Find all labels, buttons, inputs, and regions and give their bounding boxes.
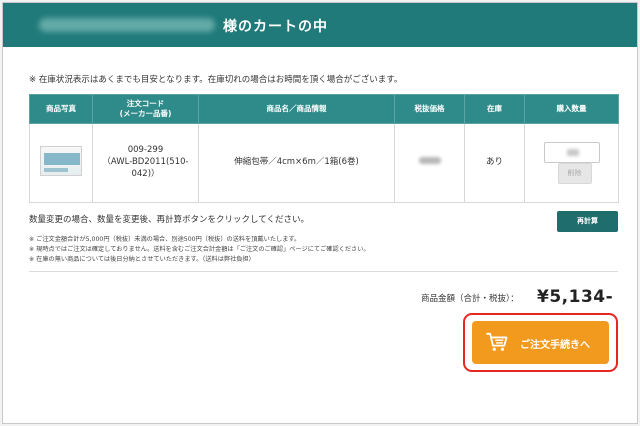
cart-table: 商品写真 注文コード (メーカー品番) 商品名／商品情報 税抜価格 在庫 購入数… (29, 94, 619, 203)
page-title: 様のカートの中 (223, 19, 328, 35)
maker-code-line1: （AWL-BD2011(510- (102, 157, 189, 168)
recalculate-button[interactable]: 再計算 (557, 211, 618, 232)
stock-notice: ※ 在庫状況表示はあくまでも目安となります。在庫切れの場合はお時間を頂く場合がご… (29, 75, 403, 85)
price-redacted (418, 157, 441, 165)
product-photo-cell (29, 123, 93, 203)
quantity-input[interactable] (543, 142, 600, 163)
column-header-price: 税抜価格 (394, 94, 465, 124)
total-label: 商品金額（合計・税抜）： (421, 294, 519, 304)
product-name: 伸縮包帯／4cm×6m／1箱(6巻) (234, 157, 359, 168)
column-header-quantity: 購入数量 (524, 94, 619, 124)
column-header-name: 商品名／商品情報 (198, 94, 395, 124)
product-image[interactable] (40, 145, 82, 176)
price-cell (394, 123, 465, 203)
maker-code-line2: 042)） (131, 168, 160, 179)
order-code-cell: 009-299 （AWL-BD2011(510- 042)） (92, 123, 199, 203)
product-name-cell: 伸縮包帯／4cm×6m／1箱(6巻) (198, 123, 395, 203)
checkout-button-label: ご注文手続きへ (520, 340, 590, 351)
delete-button[interactable]: 削除 (557, 163, 592, 184)
shipping-notes: ※ ご注文金額合計が5,000円（税抜）未満の場合、別途500円（税抜）の送料を… (29, 235, 370, 265)
cart-icon (486, 332, 508, 351)
shipping-note-3: ※ 在庫の無い商品については後日分納とさせていただきます。（送料は弊社負担） (29, 256, 255, 263)
quantity-change-note: 数量変更の場合、数量を変更後、再計算ボタンをクリックしてください。 (29, 215, 309, 225)
stock-status: あり (485, 157, 503, 168)
order-code: 009-299 (127, 145, 164, 156)
shop-name-redacted (39, 18, 215, 32)
table-row: 009-299 （AWL-BD2011(510- 042)） 伸縮包帯／4cm×… (29, 123, 619, 203)
page-header: 様のカートの中 (3, 3, 637, 47)
divider (29, 271, 618, 272)
stock-cell: あり (464, 123, 525, 203)
shipping-note-1: ※ ご注文金額合計が5,000円（税抜）未満の場合、別途500円（税抜）の送料を… (29, 236, 301, 243)
column-header-stock: 在庫 (464, 94, 525, 124)
column-header-code: 注文コード (メーカー品番) (92, 94, 199, 124)
quantity-cell: 削除 (524, 123, 619, 203)
cart-page: 様のカートの中 ※ 在庫状況表示はあくまでも目安となります。在庫切れの場合はお時… (2, 2, 638, 424)
proceed-to-checkout-button[interactable]: ご注文手続きへ (472, 321, 609, 364)
total-value: ¥5,134- (537, 287, 614, 307)
column-header-photo: 商品写真 (29, 94, 93, 124)
shipping-note-2: ※ 現時点ではご注文は確定しておりません。送料を含むご注文合計金額は「ご注文のご… (29, 246, 370, 253)
table-header-row: 商品写真 注文コード (メーカー品番) 商品名／商品情報 税抜価格 在庫 購入数… (29, 94, 619, 124)
